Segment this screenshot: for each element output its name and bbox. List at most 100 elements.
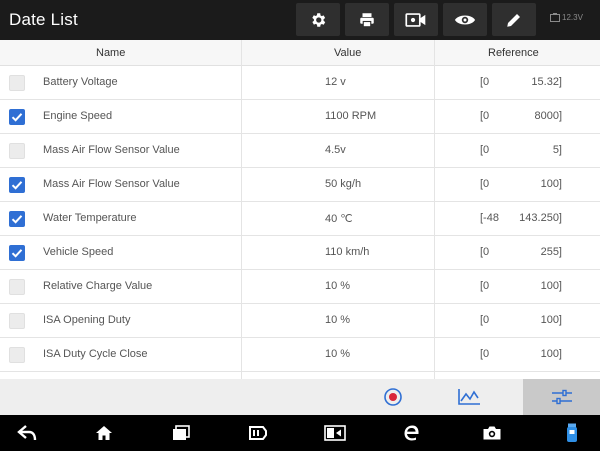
table-row[interactable]: Relative Charge Value 10 % [0 100] [0, 270, 600, 304]
vci-connection-icon [567, 423, 577, 442]
check-icon [11, 215, 23, 224]
row-checkbox[interactable] [9, 347, 25, 363]
eye-icon [454, 15, 476, 24]
row-reference-low: [0 [480, 280, 490, 292]
row-checkbox[interactable] [9, 313, 25, 329]
recent-apps-icon [173, 425, 190, 440]
battery-voltage: 12.3V [562, 13, 583, 22]
row-reference-high: 100] [540, 314, 562, 326]
row-reference-low: [0 [480, 144, 490, 156]
row-name: ISA Duty Cycle Close [43, 348, 148, 360]
vci-button[interactable] [238, 415, 278, 451]
table-row[interactable]: Mass Air Flow Sensor Value 50 kg/h [0 100] [0, 168, 600, 202]
row-reference-high: 100] [540, 178, 562, 190]
back-button[interactable] [7, 415, 47, 451]
row-name: Vehicle Speed [43, 246, 114, 258]
print-button[interactable] [345, 3, 389, 36]
row-reference-low: [-48 [480, 212, 499, 224]
browser-button[interactable] [392, 415, 432, 451]
row-name: Battery Voltage [43, 76, 118, 88]
row-reference-high: 5] [552, 144, 562, 156]
row-reference-low: [0 [480, 314, 490, 326]
table-row[interactable]: ISA Duty Cycle Close 10 % [0 100] [0, 338, 600, 372]
row-reference-low: [0 [480, 76, 490, 88]
check-icon [11, 249, 23, 258]
screenshot-button[interactable] [472, 415, 512, 451]
system-nav-bar [0, 415, 600, 451]
screen-mirror-button[interactable] [315, 415, 355, 451]
row-reference-high: 255] [540, 246, 562, 258]
row-name: Mass Air Flow Sensor Value [43, 144, 180, 156]
row-reference-high: 100] [540, 348, 562, 360]
battery-icon [550, 13, 560, 22]
data-list-table: Name Value Reference Battery Voltage 12 v… [0, 40, 600, 372]
row-reference-high: 100] [540, 280, 562, 292]
row-value: 10 % [325, 348, 351, 360]
record-icon [384, 388, 402, 406]
view-button[interactable] [443, 3, 487, 36]
settings-sliders-button[interactable] [523, 379, 600, 415]
row-reference-low: [0 [480, 110, 490, 122]
settings-button[interactable] [296, 3, 340, 36]
table-header: Name Value Reference [0, 40, 600, 66]
row-checkbox[interactable] [9, 143, 25, 159]
graph-icon [458, 389, 480, 405]
table-row[interactable]: Battery Voltage 12 v [0 15.32] [0, 66, 600, 100]
printer-icon [360, 12, 374, 27]
video-camera-icon [405, 12, 426, 27]
recent-apps-button[interactable] [161, 415, 201, 451]
row-value: 12 v [325, 76, 346, 88]
row-reference-high: 8000] [534, 110, 562, 122]
screenshot-icon [483, 426, 501, 440]
row-name: Engine Speed [43, 110, 113, 122]
vci-connection-button[interactable] [552, 415, 592, 451]
screen-mirror-icon [324, 425, 346, 441]
row-name: Water Temperature [43, 212, 137, 224]
column-header-value: Value [334, 47, 362, 59]
record-video-button[interactable] [394, 3, 438, 36]
row-checkbox[interactable] [9, 75, 25, 91]
table-row[interactable]: ISA Opening Duty 10 % [0 100] [0, 304, 600, 338]
check-icon [11, 181, 23, 190]
table-row[interactable]: Water Temperature 40 ℃ [-48 143.250] [0, 202, 600, 236]
row-value: 10 % [325, 280, 351, 292]
action-bar [0, 379, 600, 415]
back-icon [17, 425, 37, 441]
page-title: Date List [9, 10, 78, 29]
top-bar: Date List 12.3V [0, 0, 600, 40]
table-row[interactable]: Engine Speed 1100 RPM [0 8000] [0, 100, 600, 134]
row-checkbox[interactable] [9, 109, 25, 125]
settings-sliders-icon [551, 389, 572, 405]
row-value: 40 ℃ [325, 213, 353, 225]
row-reference-low: [0 [480, 348, 490, 360]
column-divider [434, 40, 435, 379]
column-header-reference: Reference [488, 47, 539, 59]
row-name: Mass Air Flow Sensor Value [43, 178, 180, 190]
vci-icon [249, 426, 267, 440]
row-reference-high: 15.32] [531, 76, 562, 88]
row-value: 50 kg/h [325, 178, 362, 190]
home-icon [96, 426, 112, 440]
row-value: 110 km/h [325, 246, 370, 258]
row-checkbox[interactable] [9, 211, 25, 227]
check-icon [11, 113, 23, 122]
row-value: 1100 RPM [325, 110, 377, 122]
row-name: ISA Opening Duty [43, 314, 131, 326]
row-reference-high: 143.250] [519, 212, 562, 224]
row-checkbox[interactable] [9, 177, 25, 193]
table-body: Battery Voltage 12 v [0 15.32] Engine Speed 1… [0, 66, 600, 372]
browser-icon [404, 425, 419, 441]
home-button[interactable] [84, 415, 124, 451]
battery-status: 12.3V [550, 13, 583, 22]
table-row[interactable]: Vehicle Speed 110 km/h [0 255] [0, 236, 600, 270]
column-divider [241, 40, 242, 379]
row-name: Relative Charge Value [43, 280, 153, 292]
table-row[interactable]: Mass Air Flow Sensor Value 4.5v [0 5] [0, 134, 600, 168]
row-reference-low: [0 [480, 246, 490, 258]
row-checkbox[interactable] [9, 279, 25, 295]
row-checkbox[interactable] [9, 245, 25, 261]
graph-button[interactable] [449, 379, 489, 415]
edit-button[interactable] [492, 3, 536, 36]
row-value: 10 % [325, 314, 351, 326]
record-button[interactable] [373, 379, 413, 415]
